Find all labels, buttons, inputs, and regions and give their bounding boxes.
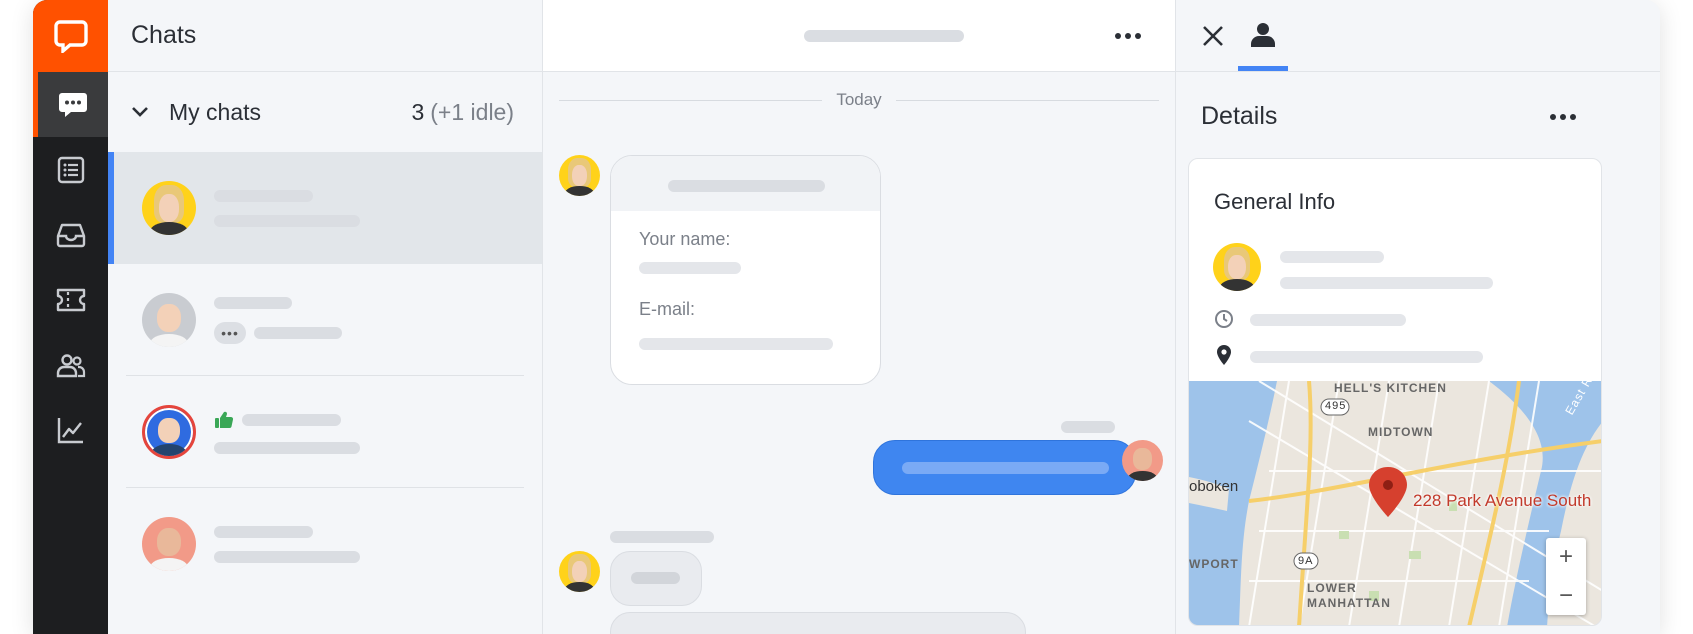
speech-bubble-logo-icon — [53, 20, 88, 53]
date-divider: Today — [559, 90, 1159, 110]
rail-item-tickets[interactable] — [33, 267, 108, 332]
archives-list-icon — [57, 156, 84, 183]
avatar — [559, 551, 600, 592]
chat-preview-placeholder — [214, 411, 360, 454]
general-info-card: General Info HELL'S KITCHEN 495 MIDTOWN … — [1188, 158, 1602, 626]
close-icon[interactable] — [1201, 24, 1225, 48]
brand-logo[interactable] — [33, 0, 108, 72]
message-time-placeholder — [1061, 421, 1115, 433]
map-label: LOWER MANHATTAN — [1307, 581, 1391, 610]
zoom-out-button[interactable]: − — [1559, 581, 1573, 611]
avatar — [142, 293, 196, 347]
inbox-icon — [56, 223, 85, 247]
rail-item-archives[interactable] — [33, 137, 108, 202]
rail-item-reports[interactable] — [33, 397, 108, 462]
zoom-in-button[interactable]: + — [1559, 542, 1573, 572]
avatar — [1122, 440, 1163, 481]
chat-list-item[interactable] — [108, 152, 542, 264]
details-panel: Details General Info HELL'S KITCHEN 495 … — [1176, 0, 1660, 634]
chat-preview-placeholder: ••• — [214, 296, 342, 344]
conversation-header — [543, 0, 1175, 72]
page-title: Chats — [131, 21, 197, 49]
typing-indicator-icon: ••• — [214, 321, 246, 344]
details-more-icon[interactable] — [1550, 114, 1576, 120]
name-field-label: Your name: — [639, 229, 731, 249]
agent-message-bubble — [873, 440, 1136, 495]
visitor-message-bubble — [610, 612, 1026, 634]
prechat-form-card: Your name: E-mail: — [610, 155, 881, 385]
map-label: HELL'S KITCHEN — [1334, 381, 1447, 395]
active-tab-indicator — [1238, 66, 1288, 71]
customer-profile-tab-icon[interactable] — [1249, 21, 1277, 49]
chats-icon — [59, 92, 87, 117]
avatar — [1213, 243, 1261, 291]
my-chats-section-toggle[interactable]: My chats 3 (+1 idle) — [108, 72, 542, 152]
rail-item-chats[interactable] — [33, 72, 108, 137]
livechat-app: Chats My chats 3 (+1 idle) ••• Today You… — [33, 0, 1660, 634]
chat-list-item[interactable] — [108, 488, 542, 600]
thumbs-up-icon — [215, 411, 234, 428]
details-header — [1176, 0, 1660, 72]
chat-list-item[interactable] — [108, 376, 542, 488]
customers-icon — [56, 353, 85, 377]
location-map[interactable]: HELL'S KITCHEN 495 MIDTOWN East Ri oboke… — [1189, 381, 1601, 625]
map-label: oboken — [1189, 478, 1239, 495]
chat-list-panel: Chats My chats 3 (+1 idle) ••• — [108, 0, 543, 634]
idle-count: (+1 idle) — [430, 98, 514, 125]
section-label: My chats — [169, 98, 262, 125]
chat-preview-placeholder — [214, 189, 360, 227]
conversation-more-icon[interactable] — [1115, 33, 1141, 39]
reports-chart-icon — [57, 417, 83, 443]
map-address-label: 228 Park Avenue South — [1413, 491, 1592, 510]
visitor-message-bubble — [610, 551, 702, 606]
avatar — [142, 181, 196, 235]
map-zoom-controls: + − — [1546, 538, 1586, 615]
details-title: Details — [1201, 102, 1278, 130]
location-pin-icon — [1217, 345, 1231, 365]
avatar — [142, 405, 196, 459]
rail-item-inbox[interactable] — [33, 202, 108, 267]
rail-item-customers[interactable] — [33, 332, 108, 397]
general-info-title: General Info — [1214, 189, 1336, 214]
visitor-name-placeholder — [804, 30, 964, 42]
map-label: MIDTOWN — [1368, 425, 1434, 439]
route-shield-label: 495 — [1325, 400, 1347, 412]
avatar — [142, 517, 196, 571]
route-shield-label: 9A — [1298, 555, 1314, 567]
chat-count: 3 — [411, 98, 425, 125]
date-divider-label: Today — [836, 90, 882, 109]
chat-preview-placeholder — [214, 525, 360, 563]
map-label: WPORT — [1189, 557, 1239, 571]
email-field-label: E-mail: — [639, 299, 696, 319]
chat-list-header: Chats — [108, 0, 542, 72]
navigation-rail — [33, 0, 108, 634]
conversation-panel: Today Your name: E-mail: — [543, 0, 1176, 634]
chevron-down-icon — [132, 107, 148, 117]
ticket-icon — [56, 288, 85, 311]
visitor-name-placeholder — [610, 531, 714, 543]
clock-icon — [1215, 310, 1233, 328]
avatar — [559, 155, 600, 196]
chat-list-item[interactable]: ••• — [108, 264, 542, 376]
